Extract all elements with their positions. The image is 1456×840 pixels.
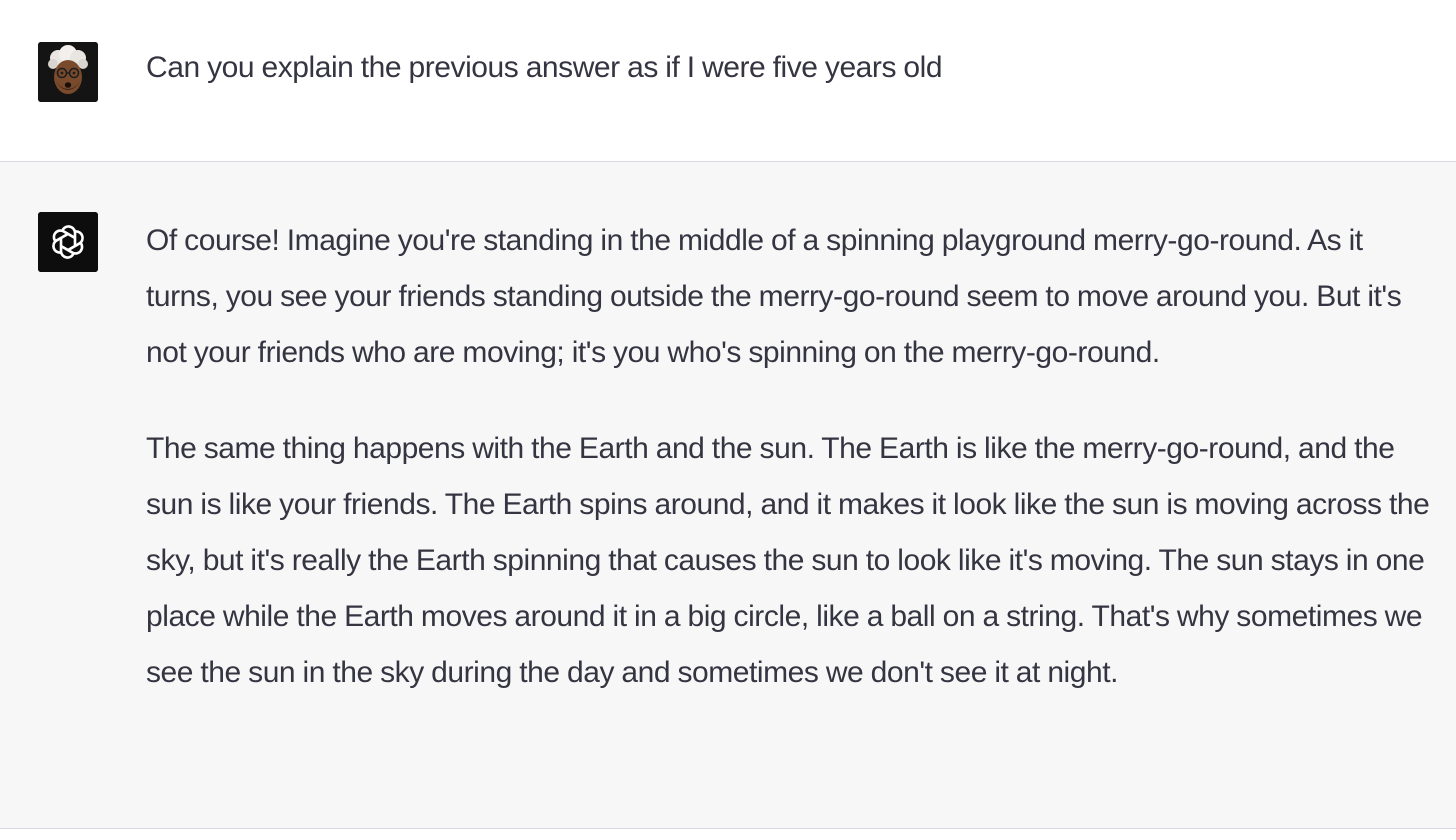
chat-thread: Can you explain the previous answer as i… — [0, 0, 1456, 840]
user-message-text: Can you explain the previous answer as i… — [146, 51, 943, 84]
user-message: Can you explain the previous answer as i… — [146, 40, 1442, 96]
assistant-message: Of course! Imagine you're standing in th… — [146, 213, 1442, 701]
assistant-paragraph: The same thing happens with the Earth an… — [146, 432, 1430, 689]
user-avatar-icon — [38, 42, 98, 102]
assistant-turn: Of course! Imagine you're standing in th… — [0, 162, 1456, 829]
user-turn: Can you explain the previous answer as i… — [0, 0, 1456, 162]
assistant-paragraph: Of course! Imagine you're standing in th… — [146, 224, 1402, 369]
openai-logo-icon — [38, 212, 98, 272]
